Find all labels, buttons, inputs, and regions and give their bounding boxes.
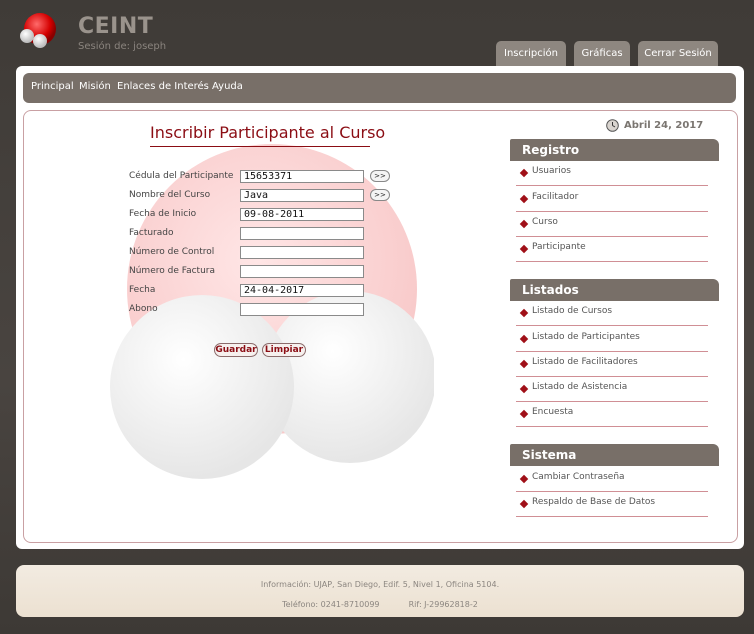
- content-area: Inscribir Participante al Curso Cédula d…: [23, 110, 738, 543]
- date-field[interactable]: 24-04-2017: [240, 284, 364, 297]
- sidebar-item-listado-participantes[interactable]: Listado de Participantes: [516, 327, 708, 352]
- tab-inscripcion[interactable]: Inscripción: [496, 41, 566, 67]
- nav-enlaces[interactable]: Enlaces de Interés: [117, 81, 209, 92]
- bullet-icon: [519, 308, 529, 318]
- label-fecha: Fecha: [129, 285, 156, 295]
- section-registro-header: Registro: [510, 139, 719, 161]
- invoice-number-field[interactable]: [240, 265, 364, 278]
- app-title: CEINT: [78, 14, 154, 39]
- sidebar-item-facilitador[interactable]: Facilitador: [516, 187, 708, 212]
- bullet-icon: [519, 219, 529, 229]
- course-name-field[interactable]: Java: [240, 189, 364, 202]
- sidebar-item-cambiar-contrasena[interactable]: Cambiar Contraseña: [516, 467, 708, 492]
- label-facturado: Facturado: [129, 228, 174, 238]
- sidebar-item-listado-facilitadores[interactable]: Listado de Facilitadores: [516, 352, 708, 377]
- sidebar-item-respaldo[interactable]: Respaldo de Base de Datos: [516, 492, 708, 517]
- sidebar-item-participante[interactable]: Participante: [516, 237, 708, 262]
- main-navbar: Principal Misión Enlaces de Interés Ayud…: [23, 73, 736, 103]
- bullet-icon: [519, 359, 529, 369]
- clear-button[interactable]: Limpiar: [262, 343, 306, 357]
- footer-phone: Teléfono: 0241-8710099: [282, 600, 380, 609]
- bullet-icon: [519, 334, 529, 344]
- current-date: Abril 24, 2017: [624, 120, 704, 131]
- footer-contact: Teléfono: 0241-8710099 Rif: J-29962818-2: [16, 600, 744, 609]
- tab-cerrar-sesion[interactable]: Cerrar Sesión: [638, 41, 718, 67]
- nav-mision[interactable]: Misión: [79, 81, 111, 92]
- sidebar-item-encuesta[interactable]: Encuesta: [516, 402, 708, 427]
- section-sistema-header: Sistema: [510, 444, 719, 466]
- bullet-icon: [519, 194, 529, 204]
- bullet-icon: [519, 244, 529, 254]
- form-title: Inscribir Participante al Curso: [150, 123, 386, 142]
- sidebar-item-listado-asistencia[interactable]: Listado de Asistencia: [516, 377, 708, 402]
- top-tabs: Inscripción Gráficas Cerrar Sesión: [0, 41, 754, 67]
- clock-icon: [606, 119, 619, 132]
- control-number-field[interactable]: [240, 246, 364, 259]
- save-button[interactable]: Guardar: [214, 343, 258, 357]
- sidebar-item-curso[interactable]: Curso: [516, 212, 708, 237]
- cedula-field[interactable]: 15653371: [240, 170, 364, 183]
- tab-graficas[interactable]: Gráficas: [574, 41, 630, 67]
- label-numero-factura: Número de Factura: [129, 266, 215, 276]
- bullet-icon: [519, 409, 529, 419]
- footer: Información: UJAP, San Diego, Edif. 5, N…: [16, 565, 744, 617]
- sidebar-item-usuarios[interactable]: Usuarios: [516, 161, 708, 186]
- sidebar-item-listado-cursos[interactable]: Listado de Cursos: [516, 301, 708, 326]
- lookup-course-button[interactable]: >>: [370, 189, 390, 201]
- form-title-divider: [150, 146, 370, 147]
- nav-ayuda[interactable]: Ayuda: [212, 81, 243, 92]
- start-date-field[interactable]: 09-08-2011: [240, 208, 364, 221]
- bullet-icon: [519, 474, 529, 484]
- footer-info: Información: UJAP, San Diego, Edif. 5, N…: [260, 580, 500, 589]
- bullet-icon: [519, 168, 529, 178]
- lookup-participant-button[interactable]: >>: [370, 170, 390, 182]
- bullet-icon: [519, 384, 529, 394]
- main-card: Principal Misión Enlaces de Interés Ayud…: [16, 66, 744, 549]
- bullet-icon: [519, 499, 529, 509]
- label-fecha-inicio: Fecha de Inicio: [129, 209, 197, 219]
- label-abono: Abono: [129, 304, 158, 314]
- footer-rif: Rif: J-29962818-2: [408, 600, 478, 609]
- section-listados-header: Listados: [510, 279, 719, 301]
- label-nombre-curso: Nombre del Curso: [129, 190, 211, 200]
- abono-field[interactable]: [240, 303, 364, 316]
- facturado-field[interactable]: [240, 227, 364, 240]
- nav-principal[interactable]: Principal: [31, 81, 74, 92]
- label-cedula: Cédula del Participante: [129, 171, 234, 181]
- label-numero-control: Número de Control: [129, 247, 215, 257]
